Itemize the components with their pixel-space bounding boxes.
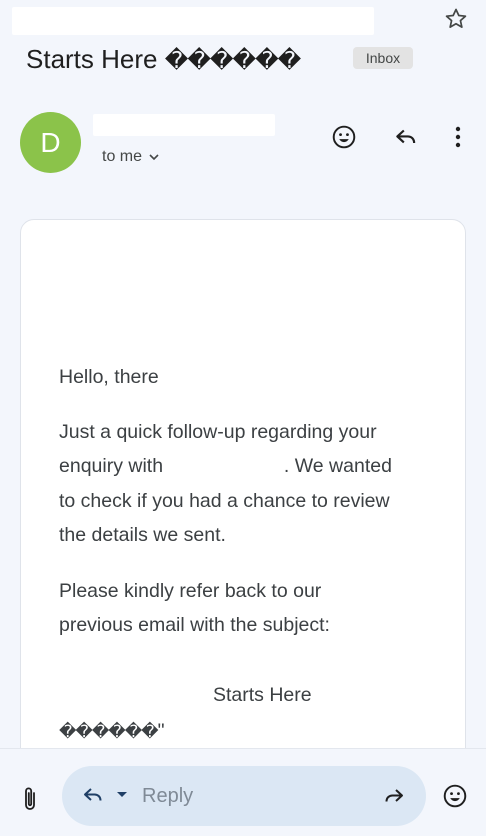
forward-button[interactable] xyxy=(379,781,409,811)
reply-type-button[interactable] xyxy=(80,781,106,809)
sender-avatar[interactable]: D xyxy=(20,112,81,173)
paragraph2-line1: Please kindly refer back to our xyxy=(59,580,322,602)
paragraph1-line1: Just a quick follow-up regarding your xyxy=(59,421,377,443)
subject-text: Starts Here xyxy=(26,44,158,74)
redacted-company-name xyxy=(168,456,279,477)
recipient-details-toggle[interactable]: to me xyxy=(102,147,160,167)
quoted-subject-text: Starts Here xyxy=(213,684,312,706)
add-reaction-button[interactable] xyxy=(326,119,362,155)
reply-icon xyxy=(84,788,102,801)
quoted-subject-close-quote: " xyxy=(157,720,165,742)
star-icon xyxy=(445,8,467,28)
redacted-sender-name xyxy=(93,114,275,136)
attach-icon xyxy=(25,787,35,810)
reply-icon xyxy=(396,129,416,144)
emoji-icon xyxy=(443,784,467,808)
more-options-button[interactable] xyxy=(440,119,476,155)
greeting-text: Hello, there xyxy=(59,366,159,388)
reply-placeholder[interactable]: Reply xyxy=(142,784,193,808)
forward-icon xyxy=(385,789,403,802)
reply-button[interactable] xyxy=(388,119,424,155)
quoted-subject-continuation: ������" xyxy=(59,716,165,747)
emoji-reaction-button[interactable] xyxy=(440,781,470,811)
recipient-label: to me xyxy=(102,148,143,165)
paragraph1-line3: to check if you had a chance to review xyxy=(59,490,390,512)
star-button[interactable] xyxy=(441,4,471,34)
dropdown-icon xyxy=(117,792,127,797)
paragraph1-line2: enquiry with . We wanted xyxy=(59,449,392,484)
email-subject: Starts Here ������ xyxy=(26,42,302,78)
reply-type-dropdown[interactable] xyxy=(113,786,131,804)
paragraph1-line4: the details we sent. xyxy=(59,524,226,546)
quoted-subject-glyphs: ������ xyxy=(59,722,159,742)
inbox-label-badge[interactable]: Inbox xyxy=(353,47,413,69)
more-vert-icon xyxy=(455,126,461,148)
paragraph1-line2-end: . We wanted xyxy=(283,455,392,477)
chevron-down-icon xyxy=(149,154,159,161)
redacted-header-area xyxy=(12,7,374,35)
attach-button[interactable] xyxy=(14,783,46,815)
subject-unknown-glyphs: ������ xyxy=(164,48,302,74)
paragraph2-line2: previous email with the subject: xyxy=(59,614,330,636)
paragraph1-line2-start: enquiry with xyxy=(59,455,164,477)
emoji-icon xyxy=(332,125,356,149)
